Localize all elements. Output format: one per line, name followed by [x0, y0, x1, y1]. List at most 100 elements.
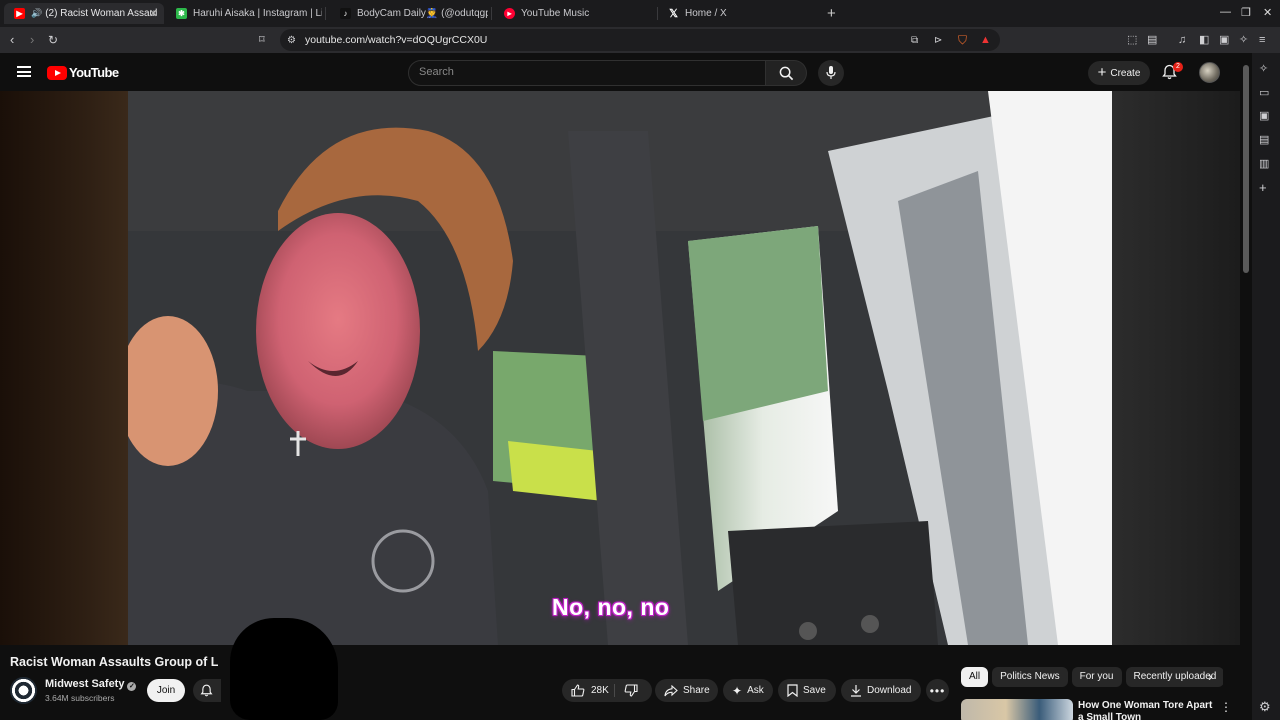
gear-icon[interactable]: ⚙ [1259, 699, 1271, 715]
channel-name-text: Midwest Safety [45, 678, 125, 690]
tiktok-favicon-icon: ♪ [340, 8, 351, 19]
more-actions-button[interactable]: ••• [926, 679, 949, 702]
brave-shields-icon[interactable]: ⛉ [958, 32, 967, 48]
recommendation-chips: All Politics News For you Recently uploaded [961, 667, 1223, 687]
video-frame[interactable] [128, 91, 1112, 645]
browser-tab-youtube-music[interactable]: ▸ YouTube Music [494, 3, 654, 24]
bookmark-icon[interactable]: ⌑ [259, 32, 265, 48]
new-tab-icon[interactable]: + [827, 5, 836, 22]
like-divider [614, 684, 615, 697]
reading-list-icon[interactable]: ▭ [1259, 87, 1269, 99]
chevron-right-icon[interactable]: › [1208, 669, 1212, 684]
bell-icon [200, 684, 213, 697]
thumbs-down-icon [624, 684, 638, 697]
add-panel-icon[interactable]: + [1259, 181, 1267, 194]
video-title: Racist Woman Assaults Group of L [10, 655, 219, 669]
rewards-icon[interactable]: ▲ [980, 32, 991, 48]
hamburger-menu-icon[interactable] [17, 66, 31, 77]
tab-separator [325, 7, 326, 20]
ambient-glow-left [0, 91, 128, 645]
subscribe-notification-button[interactable] [193, 679, 221, 702]
create-label: Create [1110, 67, 1141, 79]
extensions-icon[interactable]: ⬚ [1127, 32, 1137, 48]
menu-icon[interactable]: ≡ [1259, 32, 1265, 48]
channel-name[interactable]: Midwest Safety ✓ [45, 678, 137, 691]
ambient-glow-right [1112, 91, 1240, 645]
share-button[interactable]: Share [655, 679, 718, 702]
back-icon[interactable]: ‹ [10, 32, 14, 48]
download-button[interactable]: Download [841, 679, 921, 702]
like-button[interactable] [571, 684, 585, 697]
channel-avatar[interactable] [10, 677, 37, 704]
page-scrollbar[interactable] [1240, 53, 1252, 720]
browser-tab-instagram[interactable]: ✱ Haruhi Aisaka | Instagram | Lin [166, 3, 322, 24]
like-dislike-group: 28K [562, 679, 652, 702]
join-button[interactable]: Join [147, 679, 185, 702]
video-still [128, 91, 1112, 645]
save-bookmark-icon [787, 684, 798, 697]
browser-tab-x[interactable]: 𝕏 Home / X [658, 3, 818, 24]
x-logo-icon: 𝕏 [669, 8, 678, 20]
search-icon [779, 66, 794, 81]
recommended-video-thumbnail[interactable] [961, 699, 1073, 720]
search-button[interactable] [766, 60, 807, 86]
subscriber-count: 3.64M subscribers [45, 693, 115, 703]
youtube-favicon-icon: ▶ [14, 8, 25, 19]
media-icon[interactable]: ♫ [1178, 32, 1186, 48]
youtube-logo[interactable]: YouTube [47, 65, 119, 80]
wallet-icon[interactable]: ▣ [1259, 110, 1269, 122]
tab-title: YouTube Music [521, 8, 590, 19]
more-dots-icon: ••• [929, 683, 946, 698]
create-button[interactable]: + Create [1088, 61, 1150, 85]
speaker-icon: 🔊 [31, 8, 43, 18]
reload-icon[interactable]: ↻ [48, 32, 58, 48]
ask-button[interactable]: ✦ Ask [723, 679, 773, 702]
wallet-card-icon[interactable]: ▣ [1219, 32, 1229, 48]
playlist-icon[interactable]: ▤ [1259, 134, 1269, 146]
leo-ai-icon[interactable]: ✧ [1259, 63, 1268, 75]
chip-politics-news[interactable]: Politics News [992, 667, 1068, 687]
chip-all[interactable]: All [961, 667, 989, 687]
save-label: Save [803, 685, 826, 696]
browser-tab-tiktok[interactable]: ♪ BodyCam Daily👮 (@odutqgp71 [330, 3, 488, 24]
share-label: Share [683, 685, 710, 696]
wallet-icon[interactable]: ▤ [1147, 32, 1157, 48]
video-player[interactable]: No, no, no [0, 91, 1240, 645]
dislike-button[interactable] [624, 684, 638, 700]
search-input[interactable] [419, 66, 739, 78]
browser-sidebar: ✧ ▭ ▣ ▤ ▥ + [1252, 53, 1280, 720]
download-icon [850, 684, 862, 697]
tab-title: BodyCam Daily👮 (@odutqgp71 [357, 8, 488, 19]
linktree-favicon-icon: ✱ [176, 8, 187, 19]
address-bar[interactable]: ⚙ youtube.com/watch?v=dOQUgrCCX0U ⧉ ⊳ ⛉ … [280, 29, 1000, 51]
forward-icon[interactable]: › [30, 32, 34, 48]
kebab-menu-icon[interactable]: ⋮ [1220, 700, 1232, 714]
download-label: Download [867, 685, 912, 696]
maximize-icon[interactable]: ❐ [1241, 6, 1251, 19]
open-external-icon[interactable]: ⧉ [911, 33, 918, 49]
account-avatar[interactable] [1199, 62, 1220, 83]
voice-search-button[interactable] [818, 60, 844, 86]
youtube-logo-text: YouTube [69, 65, 119, 80]
site-settings-icon[interactable]: ⚙ [287, 33, 296, 49]
verified-check-icon: ✓ [127, 682, 137, 691]
close-icon[interactable]: ✕ [149, 7, 158, 20]
search-box [408, 60, 766, 86]
browser-tab-youtube-video[interactable]: ▶ 🔊 (2) Racist Woman Assaults Group of L… [4, 3, 164, 24]
send-icon[interactable]: ⊳ [934, 33, 942, 49]
ask-label: Ask [747, 685, 764, 696]
caption-text: No, no, no [552, 594, 670, 620]
sidebar-toggle-icon[interactable]: ◧ [1199, 32, 1209, 48]
share-icon [664, 684, 678, 697]
minimize-icon[interactable]: — [1220, 6, 1231, 18]
microphone-icon [826, 66, 836, 79]
save-button[interactable]: Save [778, 679, 836, 702]
scrollbar-thumb[interactable] [1243, 65, 1249, 273]
bookmarks-icon[interactable]: ▥ [1259, 158, 1269, 170]
youtube-play-icon [47, 65, 67, 80]
chip-for-you[interactable]: For you [1071, 667, 1122, 687]
plus-icon: + [1097, 64, 1107, 81]
leo-icon[interactable]: ✧ [1239, 32, 1248, 48]
window-close-icon[interactable]: ✕ [1263, 6, 1272, 19]
recommended-video-title[interactable]: How One Woman Tore Apart a Small Town [1078, 700, 1213, 720]
